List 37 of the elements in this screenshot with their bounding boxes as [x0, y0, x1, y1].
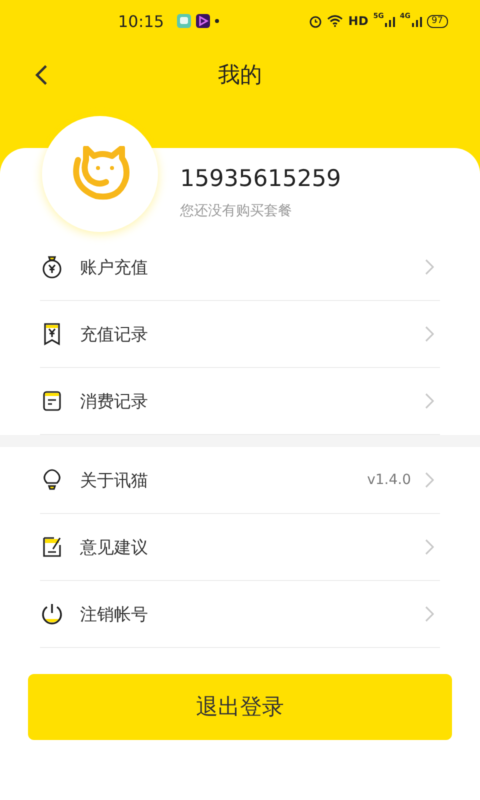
chevron-icon	[425, 326, 434, 342]
battery-level: 97	[426, 14, 448, 28]
edit-icon	[40, 535, 64, 559]
menu-item[interactable]: 充值记录	[40, 301, 440, 368]
chevron-icon	[425, 606, 434, 622]
back-icon[interactable]	[34, 64, 48, 86]
menu-label: 充值记录	[80, 324, 149, 346]
menu-label: 关于讯猫	[80, 470, 149, 492]
chat-app-icon	[177, 14, 192, 28]
chevron-icon	[425, 393, 434, 409]
alarm-icon	[309, 14, 322, 28]
hd-label: HD	[348, 14, 368, 28]
phone-number: 15935615259	[180, 166, 341, 192]
menu-item[interactable]: 关于讯猫 v1.4.0	[40, 447, 440, 514]
page-title: 我的	[218, 62, 262, 90]
menu-label: 账户充值	[80, 256, 149, 278]
menu-item[interactable]: 意见建议	[40, 514, 440, 581]
video-app-icon	[196, 14, 210, 28]
menu-item[interactable]: 账户充值	[40, 234, 440, 301]
status-time: 10:15	[118, 12, 164, 30]
money-bag-icon	[40, 255, 64, 279]
chevron-icon	[425, 539, 434, 555]
power-icon	[40, 602, 64, 626]
logout-button[interactable]: 退出登录	[28, 674, 452, 740]
wifi-icon	[327, 15, 344, 27]
menu-item[interactable]: 注销帐号	[40, 581, 440, 648]
signal-icon	[412, 16, 422, 26]
chevron-icon	[425, 472, 434, 488]
plan-status: 您还没有购买套餐	[180, 202, 293, 220]
menu-label: 意见建议	[80, 536, 149, 558]
menu-label: 消费记录	[80, 390, 149, 412]
version-label: v1.4.0	[367, 472, 411, 488]
chevron-icon	[425, 259, 434, 275]
dot-icon	[215, 19, 220, 23]
menu-label: 注销帐号	[80, 604, 149, 626]
note-icon	[40, 389, 64, 413]
signal-icon	[384, 16, 395, 26]
